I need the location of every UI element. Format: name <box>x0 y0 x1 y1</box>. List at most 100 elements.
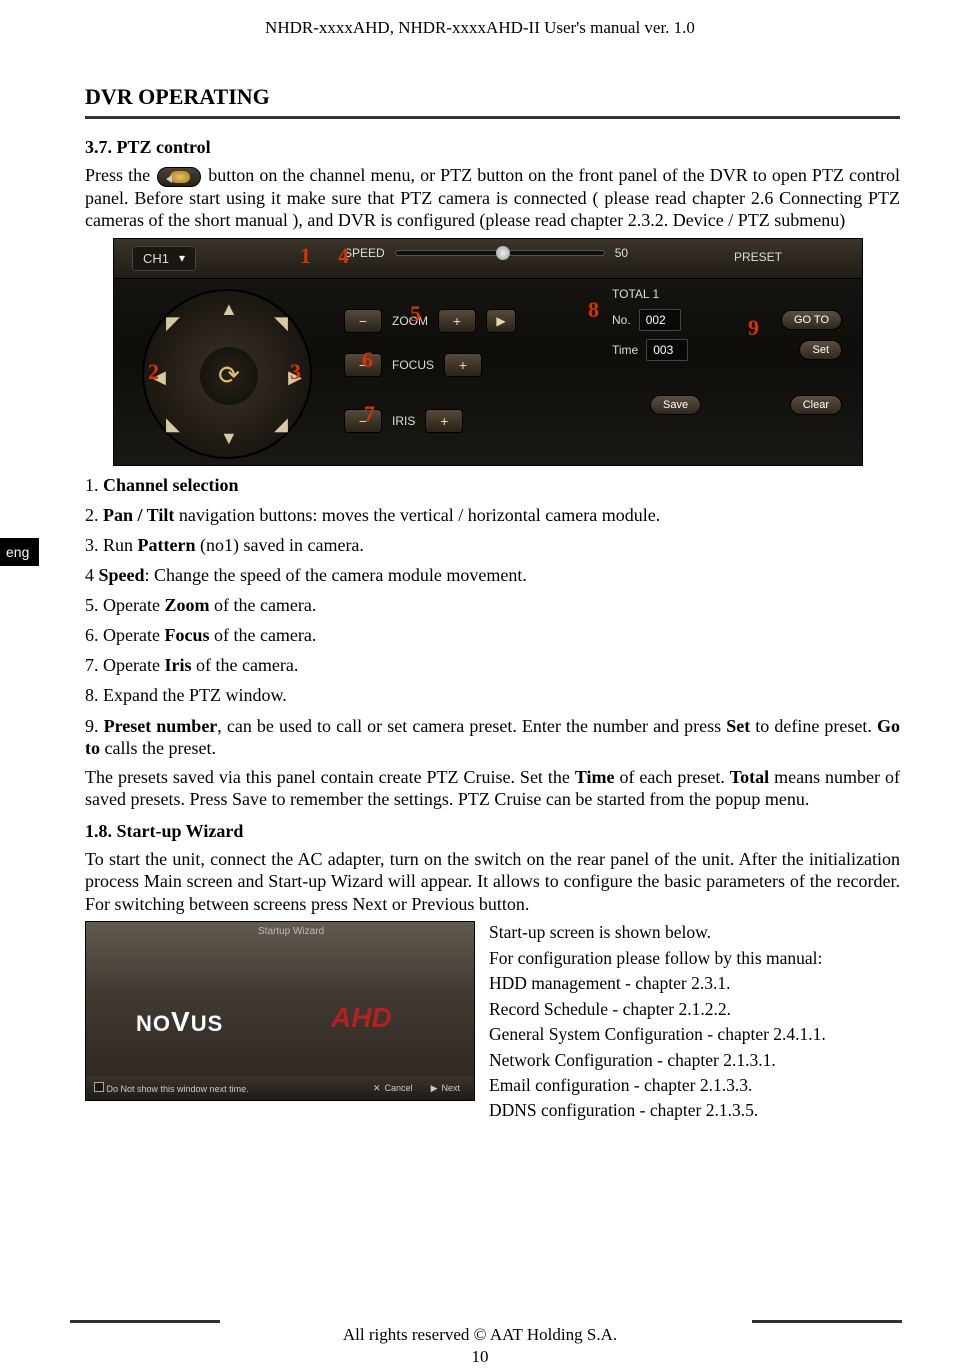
t: NO <box>136 1011 171 1036</box>
t: Preset number <box>104 716 218 736</box>
t: US <box>191 1011 224 1036</box>
speed-slider[interactable] <box>395 250 605 256</box>
footer-rule-right <box>752 1320 902 1323</box>
set-button[interactable]: Set <box>799 340 842 360</box>
cfg-6: Network Configuration - chapter 2.1.3.1. <box>489 1049 826 1072</box>
page-content: DVR OPERATING 3.7. PTZ control Press the… <box>0 38 960 1125</box>
t: 5. Operate <box>85 595 164 615</box>
t: Next <box>441 1083 460 1093</box>
item-5: 5. Operate Zoom of the camera. <box>85 595 900 616</box>
intro-part1: Press the <box>85 165 155 185</box>
arrow-down-icon[interactable]: ▼ <box>220 428 238 449</box>
zoom-in-button[interactable]: + <box>438 309 476 333</box>
t: Iris <box>164 655 196 675</box>
t: 1. <box>85 475 103 495</box>
channel-label: CH1 <box>143 251 169 266</box>
time-input[interactable]: 003 <box>646 339 688 361</box>
focus-label: FOCUS <box>392 358 434 372</box>
language-tag: eng <box>0 538 39 566</box>
callout-8: 8 <box>588 297 599 323</box>
intro-part2: button on the channel menu, or PTZ butto… <box>85 165 900 230</box>
t: : Change the speed of the camera module … <box>145 565 527 585</box>
cancel-button[interactable]: ✕ Cancel <box>367 1081 419 1096</box>
cfg-2: For configuration please follow by this … <box>489 947 826 970</box>
arrow-se-icon[interactable]: ◢ <box>274 414 288 435</box>
arrow-up-icon[interactable]: ▲ <box>220 299 238 320</box>
page-header: NHDR-xxxxAHD, NHDR-xxxxAHD-II User's man… <box>0 0 960 38</box>
novus-logo: NOVUS <box>136 1006 223 1038</box>
direction-wheel: ▲ ◥ ▶ ◢ ▼ ◣ ◀ ◤ ⟳ <box>142 289 312 459</box>
item-8: 8. Expand the PTZ window. <box>85 685 900 706</box>
iris-row: − IRIS + <box>344 409 463 433</box>
no-input[interactable]: 002 <box>639 309 681 331</box>
speed-row: SPEED 50 <box>344 246 628 260</box>
t: Set <box>726 716 755 736</box>
channel-select[interactable]: CH1 ▾ <box>132 246 196 271</box>
t: Pattern <box>138 535 200 555</box>
wizard-intro: To start the unit, connect the AC adapte… <box>85 848 900 916</box>
pattern-button[interactable]: ⟳ <box>200 347 258 405</box>
title-rule <box>85 116 900 119</box>
callout-4: 4 <box>338 243 349 269</box>
section-1-8: 1.8. Start-up Wizard <box>85 821 900 842</box>
item-4: 4 Speed: Change the speed of the camera … <box>85 565 900 586</box>
next-button[interactable]: ▶ Next <box>425 1081 466 1096</box>
intro-paragraph: Press the button on the channel menu, or… <box>85 164 900 232</box>
page-number: 10 <box>0 1347 960 1367</box>
expand-button[interactable]: ▶ <box>486 309 516 333</box>
cfg-3: HDD management - chapter 2.3.1. <box>489 972 826 995</box>
zoom-out-button[interactable]: − <box>344 309 382 333</box>
item-2: 2. Pan / Tilt navigation buttons: moves … <box>85 505 900 526</box>
t: Time <box>575 767 620 787</box>
callout-7: 7 <box>364 401 375 427</box>
zoom-row: − ZOOM + ▶ <box>344 309 516 333</box>
wizard-screenshot: Startup Wizard NOVUS AHD Do Not show thi… <box>85 921 475 1101</box>
dns-checkbox[interactable]: Do Not show this window next time. <box>94 1082 249 1094</box>
preset-label: PRESET <box>734 250 782 264</box>
section-3-7: 3.7. PTZ control <box>85 137 900 158</box>
save-button[interactable]: Save <box>650 395 701 415</box>
t: , can be used to call or set camera pres… <box>217 716 726 736</box>
config-list: Start-up screen is shown below. For conf… <box>489 921 826 1125</box>
item-6: 6. Operate Focus of the camera. <box>85 625 900 646</box>
t: (no1) saved in camera. <box>200 535 364 555</box>
iris-close-button[interactable]: − <box>344 409 382 433</box>
t: 3. Run <box>85 535 138 555</box>
t: of the camera. <box>214 595 316 615</box>
preset-column: TOTAL 1 No. 002 GO TO Time 003 Set Save … <box>612 287 842 415</box>
t: Focus <box>164 625 214 645</box>
cfg-5: General System Configuration - chapter 2… <box>489 1023 826 1046</box>
cfg-1: Start-up screen is shown below. <box>489 921 826 944</box>
t: to define preset. <box>755 716 877 736</box>
arrow-sw-icon[interactable]: ◣ <box>166 414 180 435</box>
focus-in-button[interactable]: + <box>444 353 482 377</box>
cfg-4: Record Schedule - chapter 2.1.2.2. <box>489 998 826 1021</box>
t: 4 <box>85 565 99 585</box>
callout-2: 2 <box>148 359 159 385</box>
checkbox-icon <box>94 1082 104 1092</box>
t: of each preset. <box>619 767 729 787</box>
t: 7. Operate <box>85 655 164 675</box>
ptz-panel: CH1 ▾ SPEED 50 PRESET ▲ ◥ ▶ ◢ ▼ ◣ ◀ ◤ ⟳ <box>113 238 863 466</box>
speed-label: SPEED <box>344 246 385 260</box>
wizard-title: Startup Wizard <box>258 926 324 937</box>
t: Total <box>730 767 774 787</box>
wizard-bottom-bar: Do Not show this window next time. ✕ Can… <box>86 1076 474 1100</box>
t: The presets saved via this panel contain… <box>85 767 575 787</box>
t: 9. <box>85 716 104 736</box>
arrow-nw-icon[interactable]: ◤ <box>166 313 180 334</box>
ahd-logo: AHD <box>331 1002 392 1034</box>
cfg-8: DDNS configuration - chapter 2.1.3.5. <box>489 1099 826 1122</box>
item-9: 9. Preset number, can be used to call or… <box>85 715 900 760</box>
t: 2. <box>85 505 103 525</box>
slider-handle[interactable] <box>496 246 510 260</box>
callout-3: 3 <box>290 359 301 385</box>
arrow-ne-icon[interactable]: ◥ <box>274 313 288 334</box>
goto-button[interactable]: GO TO <box>781 310 842 330</box>
t: Speed <box>99 565 145 585</box>
t: Channel selection <box>103 475 239 495</box>
clear-button[interactable]: Clear <box>790 395 842 415</box>
t: Pan / Tilt <box>103 505 179 525</box>
chevron-down-icon: ▾ <box>179 251 185 265</box>
iris-open-button[interactable]: + <box>425 409 463 433</box>
